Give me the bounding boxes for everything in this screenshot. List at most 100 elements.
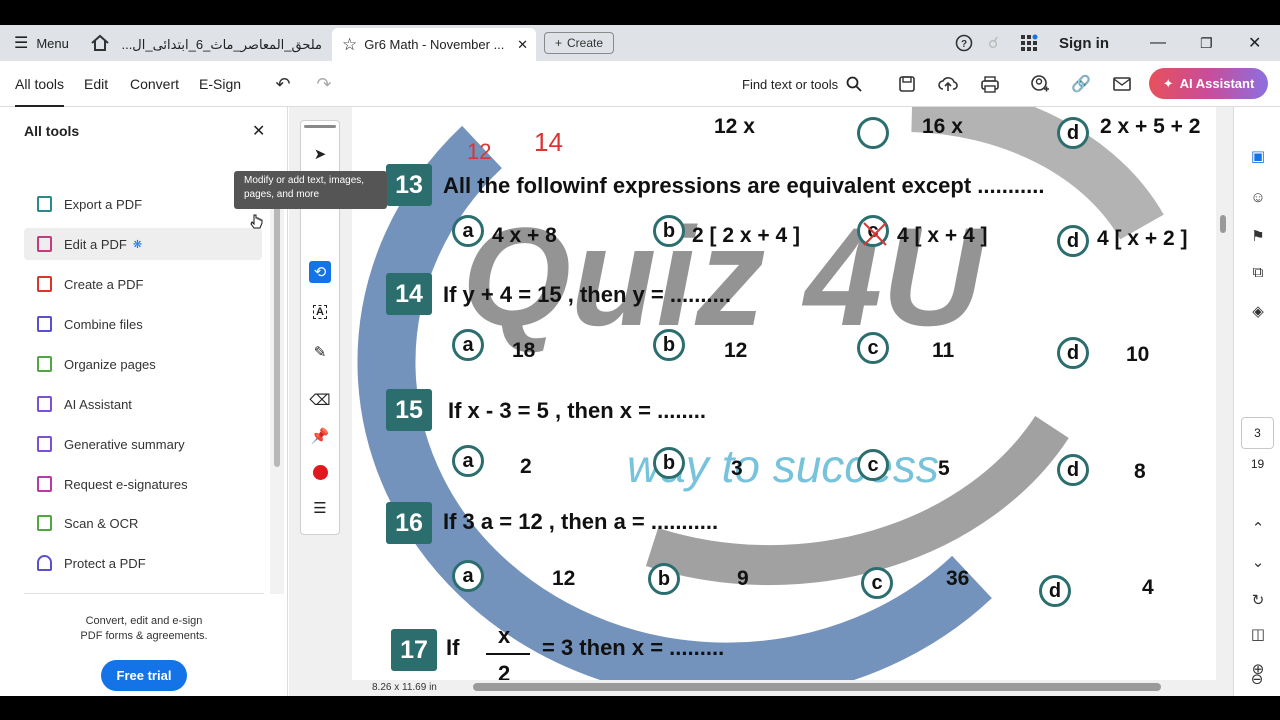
panel-scrollbar[interactable] — [274, 199, 280, 467]
layers-icon: ◈ — [1252, 303, 1264, 320]
option-letter: b — [657, 567, 671, 590]
print-button[interactable] — [979, 73, 1001, 95]
option-c: c — [857, 449, 889, 481]
question-number: 17 — [391, 629, 437, 671]
option-b: b — [653, 329, 685, 361]
tool-label: Edit a PDF — [64, 236, 127, 252]
option-a: a — [452, 329, 484, 361]
option-letter: b — [662, 219, 676, 242]
close-tab-icon[interactable]: ✕ — [517, 37, 528, 53]
total-pages: 19 — [1250, 457, 1265, 471]
tab-gr6-math[interactable]: ☆ Gr6 Math - November ... ✕ — [332, 28, 536, 61]
notifications-button[interactable]: ☌ — [988, 25, 999, 61]
option-circle — [857, 117, 889, 149]
upload-button[interactable] — [937, 73, 959, 95]
comment-add-icon: ▣ — [1250, 148, 1266, 165]
question-text: If y + 4 = 15 , then y = .......... — [443, 282, 731, 307]
close-window-button[interactable]: ✕ — [1248, 25, 1261, 61]
option-answer: 4 — [1142, 576, 1154, 599]
tab-e-sign[interactable]: E-Sign — [199, 61, 241, 107]
tool-combine-files[interactable]: Combine files — [24, 308, 262, 340]
watermark-text: Quiz 4U — [462, 198, 984, 355]
ai-assistant-button[interactable]: ✦ AI Assistant — [1149, 68, 1268, 99]
ai-panel-button[interactable]: ☺ — [1247, 186, 1269, 208]
help-button[interactable]: ? — [955, 25, 973, 61]
save-icon — [899, 76, 915, 92]
tab-edit[interactable]: Edit — [84, 61, 108, 107]
tab-arabic-document[interactable]: ملحق_المعاصر_ماث_6_ابتدائى_ال... — [118, 28, 332, 61]
option-letter: c — [871, 571, 883, 594]
horizontal-scrollbar[interactable] — [473, 683, 1161, 691]
sign-in-link[interactable]: Sign in — [1059, 25, 1109, 61]
create-button[interactable]: + Create — [544, 32, 614, 54]
tab-convert[interactable]: Convert — [130, 61, 179, 107]
option-b: b — [653, 447, 685, 479]
tool-request-e-signatures[interactable]: Request e-signatures — [24, 468, 262, 500]
printer-icon — [981, 76, 999, 93]
select-tool-button[interactable]: ➤ — [309, 143, 331, 165]
rotate-button[interactable]: ↻ — [1247, 589, 1269, 611]
question-text: All the followinf expressions are equiva… — [443, 173, 1045, 198]
option-answer: 9 — [737, 567, 749, 590]
apps-button[interactable] — [1020, 25, 1038, 61]
tool-label: Generative summary — [64, 436, 185, 452]
previous-page-button[interactable]: ⌃ — [1247, 517, 1269, 539]
copy-link-button[interactable]: 🔗 — [1070, 73, 1092, 95]
zoom-out-button[interactable]: ⊖ — [1246, 668, 1268, 690]
line-weight-button[interactable]: ☰ — [309, 497, 331, 519]
tool-edit-pdf[interactable]: Edit a PDF ❋ — [24, 228, 262, 260]
text-box-tool-button[interactable]: A — [309, 301, 331, 323]
comment-panel-button[interactable]: ▣ — [1247, 145, 1269, 167]
share-user-button[interactable] — [1029, 73, 1051, 95]
cursor-arrow-icon: ➤ — [313, 146, 327, 163]
menu-label: Menu — [36, 35, 69, 51]
drag-handle[interactable] — [304, 125, 336, 128]
cloud-upload-icon — [938, 77, 958, 91]
tool-organize-pages[interactable]: Organize pages — [24, 348, 262, 380]
eraser-tool-button[interactable]: ⌫ — [309, 389, 331, 411]
tool-label: Protect a PDF — [64, 555, 146, 571]
option-answer: 8 — [1134, 460, 1146, 483]
pages-panel-button[interactable]: ⧉ — [1247, 261, 1269, 283]
highlight-tool-button[interactable]: ✎ — [309, 341, 331, 363]
vertical-scrollbar[interactable] — [1220, 215, 1226, 233]
redo-button[interactable]: ↷ — [313, 73, 335, 95]
pdf-page[interactable]: Quiz 4U way to success 12 x 16 x 2 x + 5… — [352, 107, 1216, 680]
option-letter: d — [1066, 341, 1080, 364]
tool-label: Scan & OCR — [64, 515, 139, 531]
ai-assistant-icon — [24, 396, 64, 412]
protect-pdf-icon — [24, 555, 64, 571]
layers-button[interactable]: ◈ — [1247, 300, 1269, 322]
fit-page-button[interactable]: ◫ — [1247, 623, 1269, 645]
next-page-button[interactable]: ⌄ — [1247, 551, 1269, 573]
scan-ocr-icon — [24, 515, 64, 531]
find-text-or-tools[interactable]: Find text or tools — [742, 61, 862, 107]
undo-button[interactable]: ↶ — [272, 73, 294, 95]
handwritten-cross-mark — [863, 222, 887, 246]
tool-scan-ocr[interactable]: Scan & OCR — [24, 507, 262, 539]
color-picker-button[interactable] — [309, 461, 331, 483]
draw-tool-button[interactable]: ⟲ — [309, 261, 331, 283]
minimize-button[interactable]: — — [1150, 25, 1166, 61]
bookmarks-button[interactable]: ⚑ — [1247, 225, 1269, 247]
current-page-input[interactable]: 3 — [1241, 417, 1274, 449]
pin-tool-button[interactable]: 📌 — [309, 425, 331, 447]
menu-button[interactable]: ☰ Menu — [14, 25, 69, 61]
tool-ai-assistant[interactable]: AI Assistant — [24, 388, 262, 420]
tab-all-tools[interactable]: All tools — [15, 61, 65, 107]
close-panel-button[interactable]: ✕ — [252, 121, 265, 141]
save-button[interactable] — [896, 73, 918, 95]
tool-create-pdf[interactable]: Create a PDF — [24, 268, 262, 300]
fraction-denominator: 2 — [498, 661, 511, 680]
tool-generative-summary[interactable]: Generative summary — [24, 428, 262, 460]
restore-button[interactable]: ❐ — [1200, 25, 1213, 61]
option-answer: 10 — [1126, 343, 1150, 366]
email-button[interactable] — [1111, 73, 1133, 95]
home-button[interactable] — [90, 25, 110, 61]
tool-protect-pdf[interactable]: Protect a PDF — [24, 547, 262, 579]
free-trial-button[interactable]: Free trial — [101, 660, 187, 691]
text-box-icon: A — [313, 305, 327, 319]
badge-icon: ❋ — [132, 238, 143, 251]
handwriting-note: 14 — [534, 127, 563, 157]
tool-export-pdf[interactable]: Export a PDF — [24, 188, 262, 220]
